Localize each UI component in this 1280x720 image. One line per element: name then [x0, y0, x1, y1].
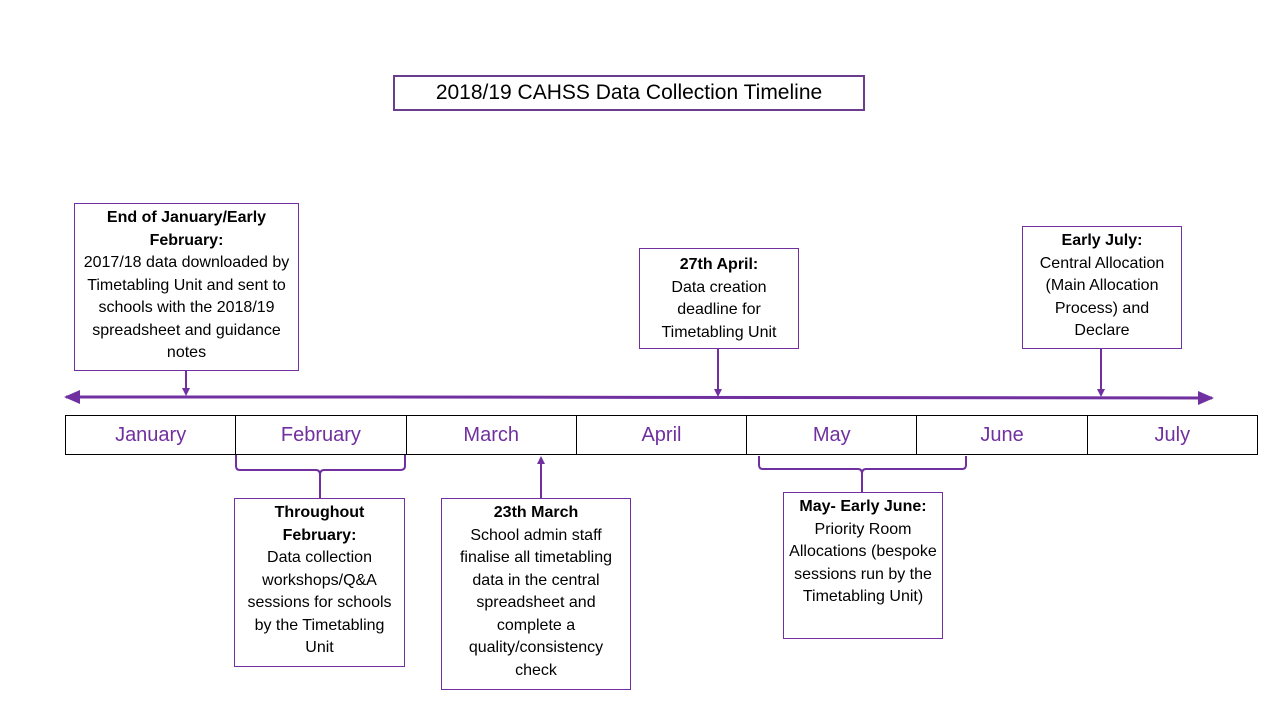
event-heading: 23th March: [493, 504, 579, 521]
event-heading: May- Early June:: [799, 498, 927, 515]
event-body: Data collection workshops/Q&A sessions f…: [247, 549, 392, 656]
bracket-february: [235, 455, 406, 498]
event-heading: Early July:: [1061, 232, 1143, 249]
event-body: Central Allocation (Main Allocation Proc…: [1039, 254, 1165, 340]
event-heading: Throughout February:: [274, 504, 365, 544]
event-body: Data creation deadline for Timetabling U…: [661, 278, 777, 341]
month-july: July: [1154, 423, 1191, 446]
event-box-may-early-june: May- Early June: Priority Room Allocatio…: [783, 492, 943, 639]
month-january: January: [66, 416, 237, 454]
month-june: June: [917, 416, 1088, 454]
month-may: May: [747, 416, 918, 454]
event-box-early-july: Early July: Central Allocation (Main All…: [1022, 226, 1182, 349]
month-april: April: [577, 416, 748, 454]
event-body: Priority Room Allocations (bespoke sessi…: [789, 520, 937, 606]
event-box-end-jan-early-feb: End of January/Early February: 2017/18 d…: [74, 203, 299, 371]
month-row: January February March April May June Ju…: [65, 415, 1258, 455]
month-march: March: [407, 416, 577, 454]
bracket-may-june: [758, 456, 967, 492]
event-body: School admin staff finalise all timetabl…: [459, 526, 613, 679]
event-box-23-march: 23th March School admin staff finalise a…: [441, 498, 631, 690]
event-box-throughout-february: Throughout February: Data collection wor…: [234, 498, 405, 667]
event-box-27-april: 27th April: Data creation deadline for T…: [639, 248, 799, 349]
month-february: February: [236, 416, 407, 454]
timeline-axis-right-arrow: [359, 390, 1214, 405]
event-heading: 27th April:: [679, 256, 759, 273]
event-heading: End of January/Early February:: [106, 209, 267, 249]
event-body: 2017/18 data downloaded by Timetabling U…: [83, 254, 290, 361]
